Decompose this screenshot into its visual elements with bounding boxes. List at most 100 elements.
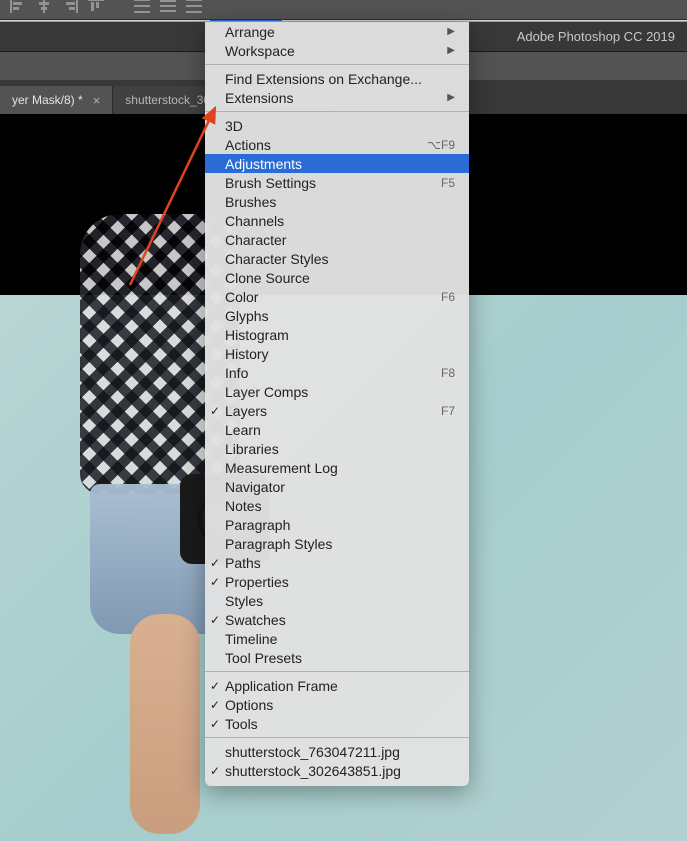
menu-item-info[interactable]: InfoF8 <box>205 363 469 382</box>
menu-item-paths[interactable]: ✓ Paths <box>205 553 469 572</box>
menu-item-label: Properties <box>225 574 455 590</box>
menu-item-label: Libraries <box>225 441 455 457</box>
menu-item-label: Histogram <box>225 327 455 343</box>
menu-item-label: Notes <box>225 498 455 514</box>
menu-item-3d[interactable]: 3D <box>205 116 469 135</box>
menu-item-glyphs[interactable]: Glyphs <box>205 306 469 325</box>
menu-item-application-frame[interactable]: ✓Application Frame <box>205 676 469 695</box>
menu-item-timeline[interactable]: Timeline <box>205 629 469 648</box>
submenu-arrow-icon: ▶ <box>447 45 455 56</box>
menu-separator <box>205 111 469 112</box>
menu-item-label: Paths <box>225 555 455 571</box>
distribute-top-icon[interactable] <box>130 0 154 16</box>
checkmark-icon: ✓ <box>210 764 220 778</box>
menu-item-label: Character Styles <box>225 251 455 267</box>
menu-item-label: Options <box>225 697 455 713</box>
align-top-edges-icon[interactable] <box>84 0 108 16</box>
menu-item-label: Navigator <box>225 479 455 495</box>
menu-separator <box>205 737 469 738</box>
checkmark-icon: ✓ <box>210 717 220 731</box>
app-title: Adobe Photoshop CC 2019 <box>517 29 675 44</box>
checkmark-icon: ✓ <box>210 575 220 589</box>
menu-item-label: 3D <box>225 118 455 134</box>
menu-item-label: Workspace <box>225 43 447 59</box>
menu-item-extensions[interactable]: Extensions▶ <box>205 88 469 107</box>
menu-item-histogram[interactable]: Histogram <box>205 325 469 344</box>
menu-item-shortcut: F5 <box>441 176 455 190</box>
close-icon[interactable]: × <box>93 94 101 107</box>
checkmark-icon: ✓ <box>210 404 220 418</box>
menu-item-layer-comps[interactable]: Layer Comps <box>205 382 469 401</box>
menu-item-properties[interactable]: ✓ Properties <box>205 572 469 591</box>
menu-item-navigator[interactable]: Navigator <box>205 477 469 496</box>
menu-item-label: Timeline <box>225 631 455 647</box>
menu-item-clone-source[interactable]: Clone Source <box>205 268 469 287</box>
menu-item-character-styles[interactable]: Character Styles <box>205 249 469 268</box>
menu-item-character[interactable]: Character <box>205 230 469 249</box>
menu-item-label: Info <box>225 365 441 381</box>
menu-item-label: Actions <box>225 137 427 153</box>
menu-item-measurement-log[interactable]: Measurement Log <box>205 458 469 477</box>
menu-item-workspace[interactable]: Workspace▶ <box>205 41 469 60</box>
menu-item-label: Arrange <box>225 24 447 40</box>
menu-item-shutterstock-302643851-jpg[interactable]: ✓shutterstock_302643851.jpg <box>205 761 469 780</box>
menu-item-label: Brushes <box>225 194 455 210</box>
checkmark-icon: ✓ <box>210 613 220 627</box>
menu-separator <box>205 64 469 65</box>
distribute-bottom-icon[interactable] <box>182 0 206 16</box>
menu-item-label: History <box>225 346 455 362</box>
align-horizontal-centers-icon[interactable] <box>32 0 56 16</box>
menu-item-adjustments[interactable]: Adjustments <box>205 154 469 173</box>
menu-item-label: Clone Source <box>225 270 455 286</box>
menu-item-options[interactable]: ✓ Options <box>205 695 469 714</box>
menu-item-label: Adjustments <box>225 156 455 172</box>
submenu-arrow-icon: ▶ <box>447 26 455 37</box>
menu-item-brush-settings[interactable]: Brush SettingsF5 <box>205 173 469 192</box>
menu-item-label: Color <box>225 289 441 305</box>
menu-item-shortcut: ⌥F9 <box>427 138 455 152</box>
menu-item-shortcut: F6 <box>441 290 455 304</box>
menu-item-label: Channels <box>225 213 455 229</box>
menu-item-arrange[interactable]: Arrange▶ <box>205 22 469 41</box>
menu-item-label: Tools <box>225 716 455 732</box>
menu-item-label: Tool Presets <box>225 650 455 666</box>
align-left-edges-icon[interactable] <box>6 0 30 16</box>
document-tab[interactable]: yer Mask/8) * × <box>0 86 113 114</box>
menu-item-label: Application Frame <box>225 678 455 694</box>
menu-item-label: Extensions <box>225 90 447 106</box>
menu-item-paragraph[interactable]: Paragraph <box>205 515 469 534</box>
menu-item-actions[interactable]: Actions⌥F9 <box>205 135 469 154</box>
menu-item-label: shutterstock_763047211.jpg <box>225 744 455 760</box>
menu-item-channels[interactable]: Channels <box>205 211 469 230</box>
menu-item-label: Paragraph <box>225 517 455 533</box>
menu-item-label: Paragraph Styles <box>225 536 455 552</box>
menu-item-shutterstock-763047211-jpg[interactable]: shutterstock_763047211.jpg <box>205 742 469 761</box>
menu-item-color[interactable]: ColorF6 <box>205 287 469 306</box>
menu-item-tool-presets[interactable]: Tool Presets <box>205 648 469 667</box>
menu-item-label: Learn <box>225 422 455 438</box>
menu-item-find-extensions-on-exchange[interactable]: Find Extensions on Exchange... <box>205 69 469 88</box>
menu-item-shortcut: F7 <box>441 404 455 418</box>
menu-item-learn[interactable]: Learn <box>205 420 469 439</box>
menu-item-paragraph-styles[interactable]: Paragraph Styles <box>205 534 469 553</box>
menu-item-libraries[interactable]: Libraries <box>205 439 469 458</box>
menu-item-label: Brush Settings <box>225 175 441 191</box>
checkmark-icon: ✓ <box>210 698 220 712</box>
options-bar <box>0 0 687 20</box>
document-tab-label: yer Mask/8) * <box>12 93 83 107</box>
checkmark-icon: ✓ <box>210 556 220 570</box>
menu-item-swatches[interactable]: ✓Swatches <box>205 610 469 629</box>
window-menu-dropdown: Arrange▶Workspace▶Find Extensions on Exc… <box>205 22 469 786</box>
distribute-vertical-centers-icon[interactable] <box>156 0 180 16</box>
menu-item-label: Character <box>225 232 455 248</box>
menu-item-notes[interactable]: Notes <box>205 496 469 515</box>
menu-item-layers[interactable]: ✓LayersF7 <box>205 401 469 420</box>
menu-item-brushes[interactable]: Brushes <box>205 192 469 211</box>
align-right-edges-icon[interactable] <box>58 0 82 16</box>
document-tab-label: shutterstock_30 <box>125 93 210 107</box>
menu-item-styles[interactable]: Styles <box>205 591 469 610</box>
menu-item-tools[interactable]: ✓ Tools <box>205 714 469 733</box>
menu-item-label: Styles <box>225 593 455 609</box>
menu-item-history[interactable]: History <box>205 344 469 363</box>
menu-item-label: Layer Comps <box>225 384 455 400</box>
